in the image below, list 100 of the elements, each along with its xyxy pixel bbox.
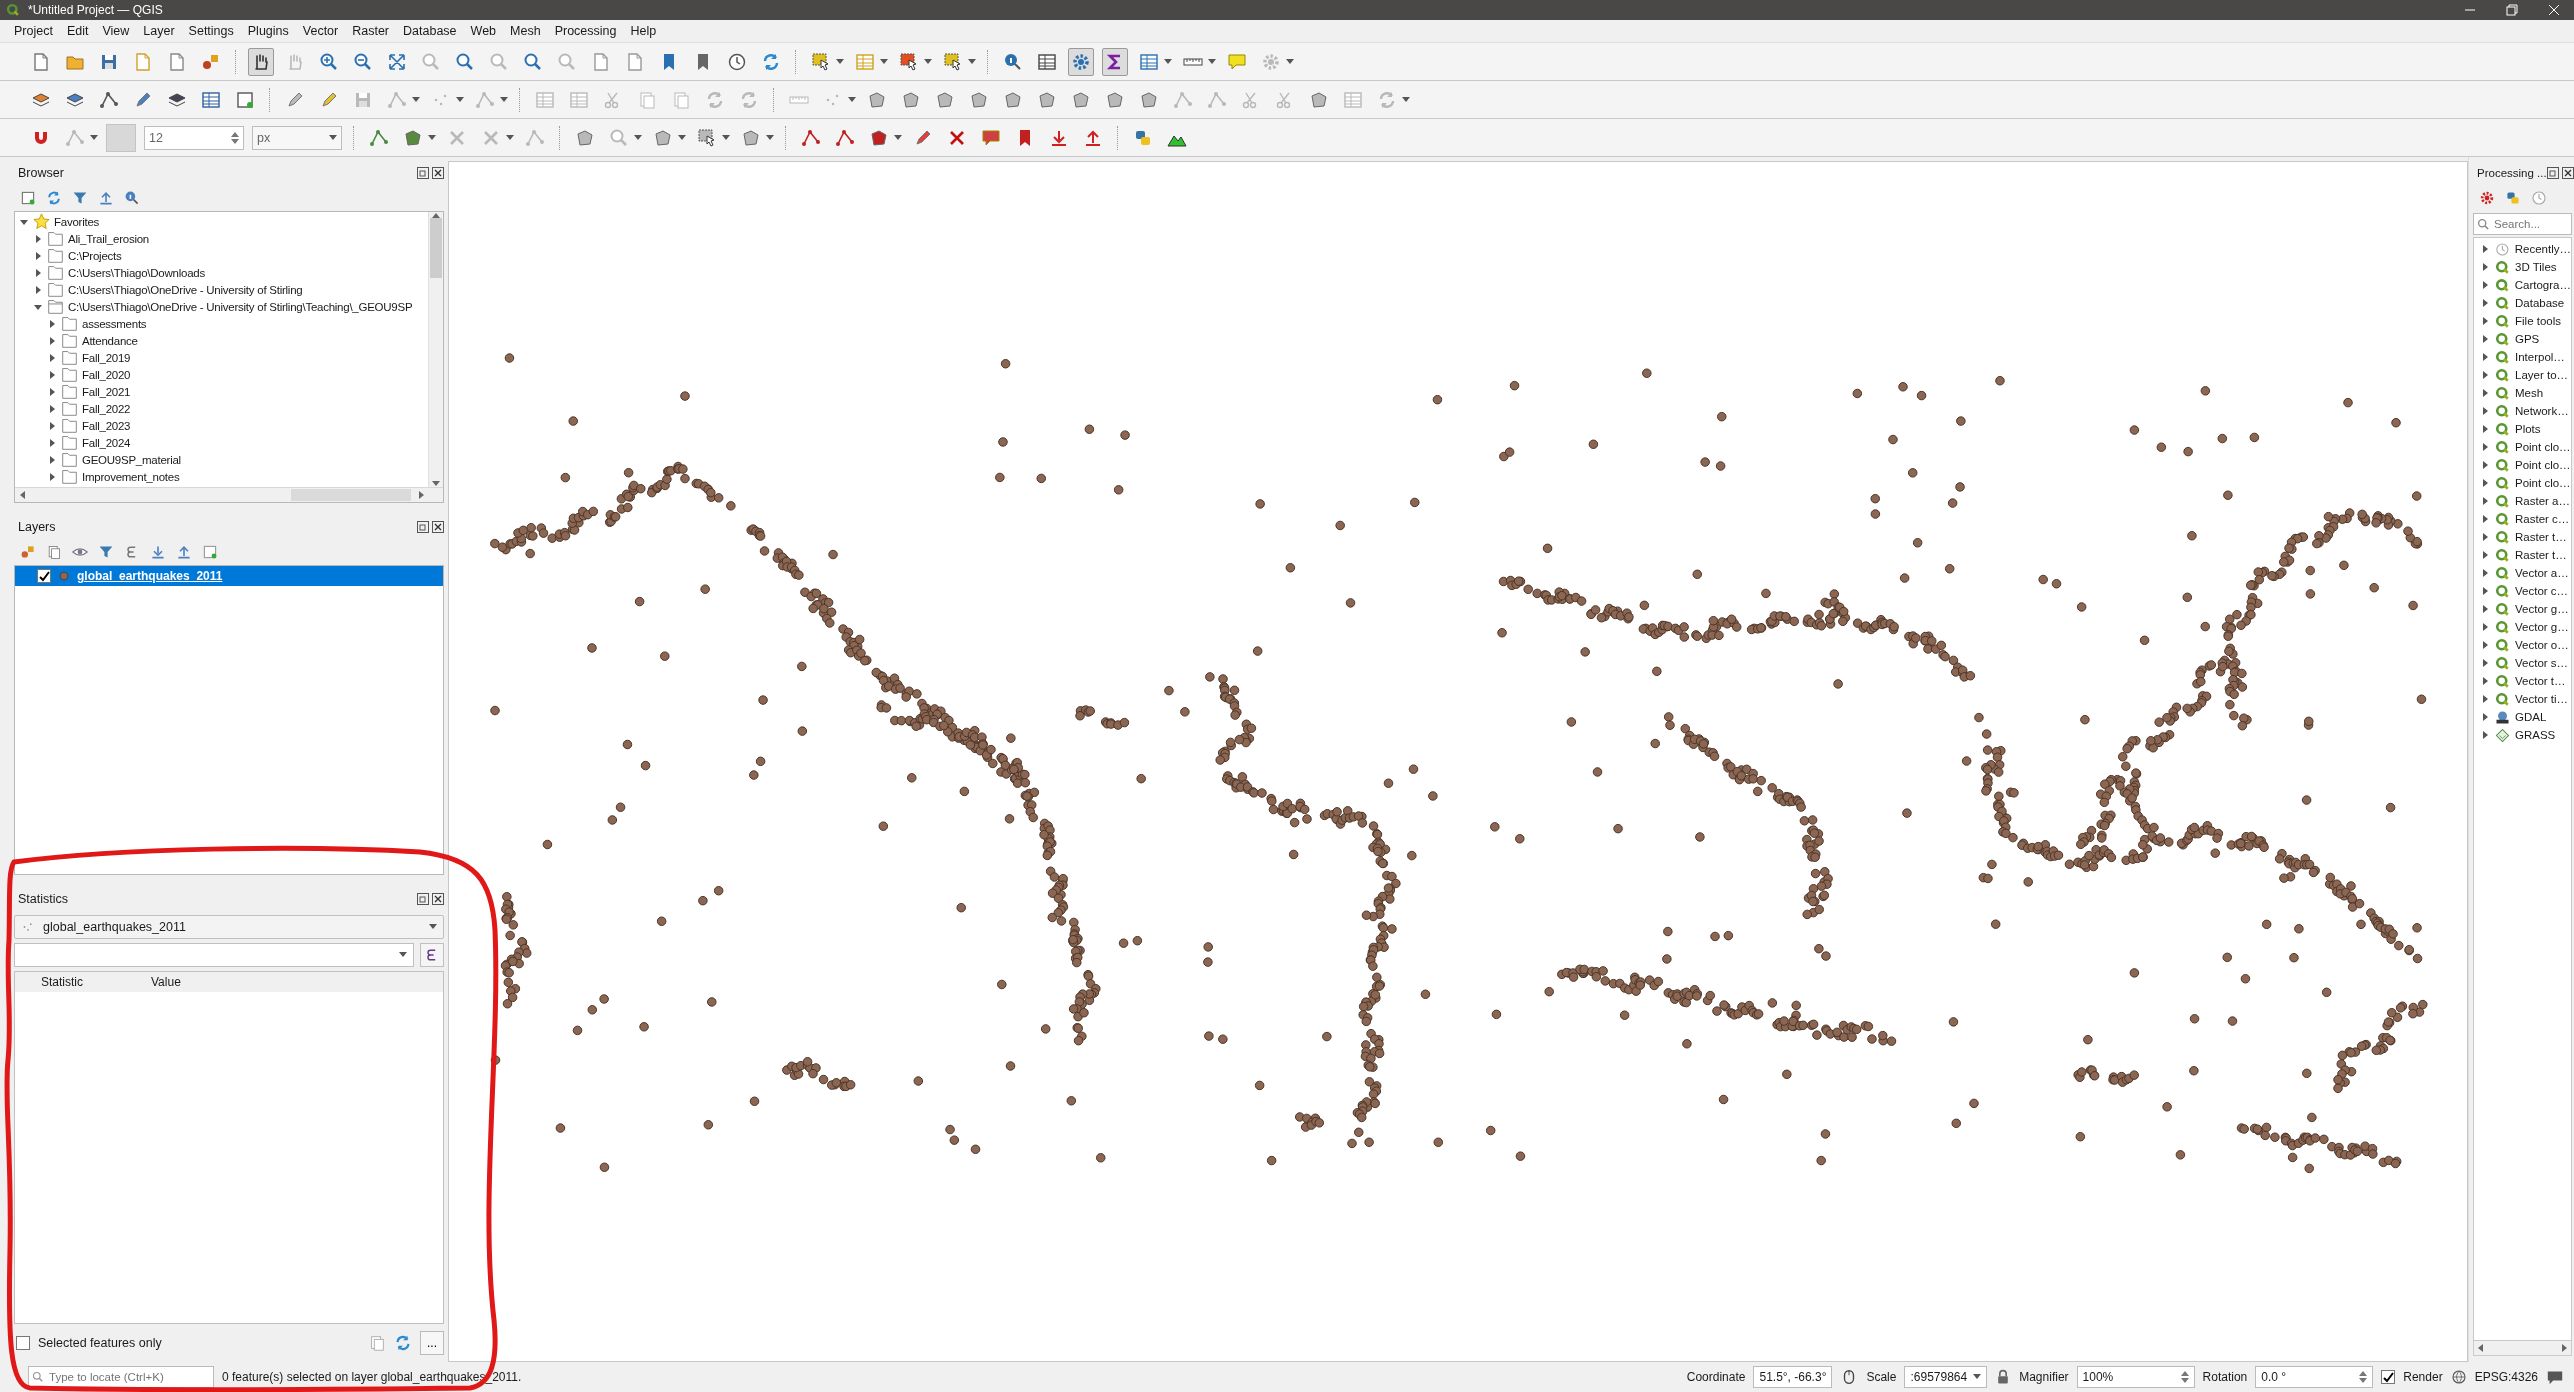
more-button[interactable]: ... <box>420 1331 444 1355</box>
tree-item[interactable]: C:\Users\Thiago\OneDrive - University of Stirling\Teaching\_GEOU9SP <box>68 300 413 313</box>
tree-item[interactable]: Raster t… <box>2515 549 2567 561</box>
node-icon[interactable] <box>525 127 545 148</box>
select-icon[interactable] <box>697 127 717 148</box>
caret-icon[interactable] <box>894 134 902 141</box>
caret-icon[interactable] <box>880 58 888 65</box>
expand-arrow-icon[interactable] <box>33 250 43 261</box>
expand-all-icon[interactable] <box>150 544 166 560</box>
clock-icon[interactable] <box>727 51 747 72</box>
refresh-icon[interactable] <box>46 190 62 206</box>
caret-icon[interactable] <box>412 96 420 103</box>
tree-item[interactable]: Mesh <box>2515 387 2544 399</box>
tree-item[interactable]: GRASS <box>2515 729 2556 741</box>
menu-item[interactable]: Processing <box>554 24 617 38</box>
tree-item[interactable]: Fall_2022 <box>82 402 131 415</box>
poly-icon[interactable] <box>867 89 887 110</box>
tolerance-spinbox[interactable]: 12 <box>144 125 244 150</box>
gear-icon[interactable] <box>2479 190 2495 206</box>
node-icon[interactable] <box>801 127 821 148</box>
locator-field[interactable]: Type to locate (Ctrl+K) <box>28 1366 214 1388</box>
zoom-last-icon[interactable] <box>523 51 543 72</box>
menu-item[interactable]: Settings <box>188 24 234 38</box>
caret-icon[interactable] <box>428 134 436 141</box>
menu-item[interactable]: Project <box>14 24 53 38</box>
search-field[interactable]: Search... <box>2473 213 2572 235</box>
caret-icon[interactable] <box>766 134 774 141</box>
layer-dropdown[interactable]: global_earthquakes_2011 <box>14 915 444 939</box>
attribute-table-icon[interactable] <box>1037 51 1057 72</box>
gear-icon[interactable] <box>1071 51 1091 72</box>
tree-item[interactable]: Vector g… <box>2515 603 2569 615</box>
expand-arrow-icon[interactable] <box>47 403 57 414</box>
tree-item[interactable]: GEOU9SP_material <box>82 453 181 466</box>
layer-row[interactable]: global_earthquakes_2011 <box>15 566 443 586</box>
expand-arrow-icon[interactable] <box>47 335 57 346</box>
scrollbar-thumb[interactable] <box>430 218 442 278</box>
expand-arrow-icon[interactable] <box>47 437 57 448</box>
tree-item[interactable]: Vector t… <box>2515 675 2566 687</box>
caret-icon[interactable] <box>506 134 514 141</box>
float-panel-icon[interactable] <box>417 167 429 179</box>
expand-arrow-icon[interactable] <box>33 284 43 295</box>
column-header[interactable]: Statistic <box>15 972 125 992</box>
tree-item[interactable]: Network… <box>2515 405 2569 417</box>
tree-item[interactable]: 3D Tiles <box>2515 261 2557 273</box>
tree-item[interactable]: Fall_2020 <box>82 368 131 381</box>
add-layer-icon[interactable] <box>201 89 221 110</box>
tree-item[interactable]: Raster c… <box>2515 513 2570 525</box>
caret-icon[interactable] <box>1402 96 1410 103</box>
bubble-icon[interactable] <box>981 127 1001 148</box>
remove-layer-icon[interactable] <box>202 544 218 560</box>
caret-icon[interactable] <box>500 96 508 103</box>
vertical-scrollbar[interactable] <box>428 212 443 487</box>
collapse-all-icon[interactable] <box>98 190 114 206</box>
node-icon[interactable] <box>1173 89 1193 110</box>
tree-item[interactable]: Fall_2023 <box>82 419 131 432</box>
node-icon[interactable] <box>475 89 495 110</box>
tree-item[interactable]: Layer to… <box>2515 369 2569 381</box>
zoom-full-icon[interactable] <box>387 51 407 72</box>
caret-icon[interactable] <box>848 96 856 103</box>
refresh-icon[interactable] <box>761 51 781 72</box>
expand-arrow-icon[interactable] <box>47 318 57 329</box>
menu-item[interactable]: View <box>102 24 130 38</box>
tree-item[interactable]: Fall_2024 <box>82 436 131 449</box>
scroll-up-icon[interactable] <box>432 212 440 220</box>
restore-icon[interactable] <box>2506 4 2518 16</box>
tree-item[interactable]: Database <box>2515 297 2565 309</box>
filter-icon[interactable] <box>72 190 88 206</box>
caret-icon[interactable] <box>924 58 932 65</box>
expand-arrow-icon[interactable] <box>33 233 43 244</box>
refresh-icon[interactable] <box>394 1334 412 1352</box>
menu-item[interactable]: Layer <box>143 24 175 38</box>
filter-icon[interactable] <box>98 544 114 560</box>
deselect-icon[interactable] <box>899 51 919 72</box>
select-location-icon[interactable] <box>943 51 963 72</box>
caret-icon[interactable] <box>678 134 686 141</box>
tree-item[interactable]: Recently… <box>2514 243 2571 255</box>
menu-item[interactable]: Raster <box>352 24 390 38</box>
add-selected-icon[interactable] <box>20 190 36 206</box>
tree-item[interactable]: Raster a… <box>2515 495 2570 507</box>
float-panel-icon[interactable] <box>2546 167 2559 179</box>
close-panel-icon[interactable] <box>2561 167 2574 179</box>
tree-item[interactable]: Point clo… <box>2515 459 2571 471</box>
horizontal-scrollbar[interactable] <box>2473 1341 2572 1356</box>
selected-only-checkbox[interactable] <box>16 1336 30 1350</box>
tree-item[interactable]: assessments <box>82 317 147 330</box>
rotation-spinbox[interactable]: 0.0 ° <box>2255 1366 2374 1388</box>
tree-item[interactable]: Cartogra… <box>2514 279 2571 291</box>
caret-icon[interactable] <box>1164 58 1172 65</box>
expression-button[interactable] <box>420 943 444 967</box>
tree-item[interactable]: Interpol… <box>2515 351 2565 363</box>
node-icon[interactable] <box>369 127 389 148</box>
coordinate-field[interactable]: 51.5°, -66.3° <box>1753 1366 1833 1388</box>
tree-item[interactable]: C:\Users\Thiago\OneDrive - University of Stirling <box>68 283 303 296</box>
new-file-icon[interactable] <box>31 51 51 72</box>
scroll-left-icon[interactable] <box>19 491 27 499</box>
tree-item[interactable]: GPS <box>2515 333 2540 345</box>
caret-icon[interactable] <box>1973 1374 1982 1380</box>
node-icon[interactable] <box>65 127 85 148</box>
poly-icon[interactable] <box>869 127 889 148</box>
tree-item[interactable]: Vector o… <box>2515 639 2569 651</box>
